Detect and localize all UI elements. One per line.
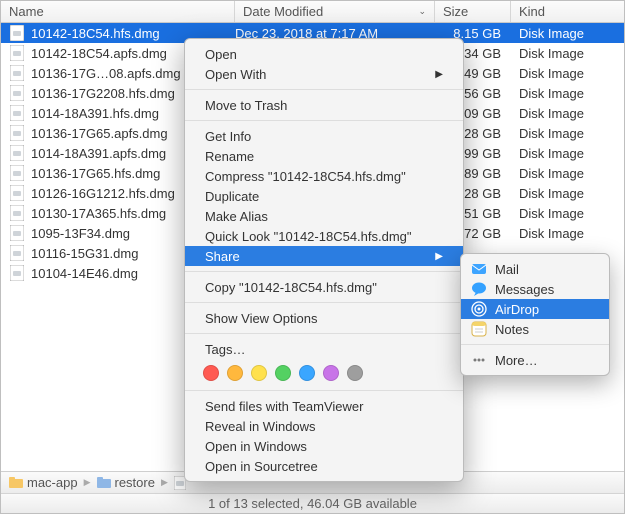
file-kind: Disk Image — [511, 126, 624, 141]
tag-color-dot[interactable] — [251, 365, 267, 381]
folder-icon — [9, 477, 23, 488]
path-segment[interactable]: restore — [97, 475, 155, 490]
file-kind: Disk Image — [511, 226, 624, 241]
menu-item-reveal-windows[interactable]: Reveal in Windows — [185, 416, 463, 436]
notes-icon — [471, 321, 487, 337]
disk-image-icon — [9, 205, 25, 221]
tag-color-dot[interactable] — [323, 365, 339, 381]
context-menu: Open Open With▶ Move to Trash Get Info R… — [184, 38, 464, 482]
file-kind: Disk Image — [511, 146, 624, 161]
menu-item-copy[interactable]: Copy "10142-18C54.hfs.dmg" — [185, 277, 463, 297]
disk-image-icon — [9, 25, 25, 41]
share-submenu: Mail Messages AirDrop Notes More… — [460, 253, 610, 376]
share-item-messages[interactable]: Messages — [461, 279, 609, 299]
share-item-airdrop[interactable]: AirDrop — [461, 299, 609, 319]
disk-image-icon — [9, 45, 25, 61]
disk-image-icon — [9, 105, 25, 121]
menu-item-compress[interactable]: Compress "10142-18C54.hfs.dmg" — [185, 166, 463, 186]
menu-item-trash[interactable]: Move to Trash — [185, 95, 463, 115]
tag-color-dot[interactable] — [275, 365, 291, 381]
column-header-name[interactable]: Name — [1, 1, 235, 22]
disk-image-icon — [9, 145, 25, 161]
disk-image-icon — [9, 265, 25, 281]
menu-item-open-sourcetree[interactable]: Open in Sourcetree — [185, 456, 463, 476]
file-kind: Disk Image — [511, 86, 624, 101]
tag-color-dot[interactable] — [299, 365, 315, 381]
status-bar: 1 of 13 selected, 46.04 GB available — [1, 493, 624, 513]
tag-color-dot[interactable] — [347, 365, 363, 381]
messages-icon — [471, 281, 487, 297]
column-header-size[interactable]: Size — [435, 1, 511, 22]
menu-item-share[interactable]: Share▶ — [185, 246, 463, 266]
menu-item-open-with[interactable]: Open With▶ — [185, 64, 463, 84]
path-segment[interactable]: mac-app — [9, 475, 78, 490]
file-kind: Disk Image — [511, 166, 624, 181]
tag-color-dot[interactable] — [203, 365, 219, 381]
menu-item-open[interactable]: Open — [185, 44, 463, 64]
sort-indicator-icon: ⌄ — [418, 6, 426, 17]
disk-image-icon — [9, 85, 25, 101]
chevron-right-icon: ▶ — [435, 69, 443, 80]
chevron-right-icon: ▶ — [84, 477, 91, 488]
disk-image-icon — [9, 65, 25, 81]
tag-color-row — [185, 359, 463, 385]
file-kind: Disk Image — [511, 46, 624, 61]
menu-item-view-options[interactable]: Show View Options — [185, 308, 463, 328]
menu-item-open-windows[interactable]: Open in Windows — [185, 436, 463, 456]
menu-item-quick-look[interactable]: Quick Look "10142-18C54.hfs.dmg" — [185, 226, 463, 246]
share-item-more[interactable]: More… — [461, 350, 609, 370]
menu-item-make-alias[interactable]: Make Alias — [185, 206, 463, 226]
chevron-right-icon: ▶ — [161, 477, 168, 488]
more-icon — [471, 352, 487, 368]
airdrop-icon — [471, 301, 487, 317]
mail-icon — [471, 261, 487, 277]
menu-item-tags[interactable]: Tags… — [185, 339, 463, 359]
disk-image-icon — [9, 165, 25, 181]
chevron-right-icon: ▶ — [435, 251, 443, 262]
file-kind: Disk Image — [511, 26, 624, 41]
menu-item-rename[interactable]: Rename — [185, 146, 463, 166]
disk-image-icon — [9, 125, 25, 141]
share-item-mail[interactable]: Mail — [461, 259, 609, 279]
disk-image-icon — [9, 245, 25, 261]
column-header-row: Name Date Modified⌄ Size Kind — [1, 1, 624, 23]
menu-item-get-info[interactable]: Get Info — [185, 126, 463, 146]
tag-color-dot[interactable] — [227, 365, 243, 381]
disk-image-icon — [9, 225, 25, 241]
file-kind: Disk Image — [511, 66, 624, 81]
share-item-notes[interactable]: Notes — [461, 319, 609, 339]
file-kind: Disk Image — [511, 186, 624, 201]
column-header-date[interactable]: Date Modified⌄ — [235, 1, 435, 22]
file-kind: Disk Image — [511, 206, 624, 221]
file-kind: Disk Image — [511, 106, 624, 121]
disk-image-icon — [9, 185, 25, 201]
folder-icon — [97, 477, 111, 488]
menu-item-teamviewer[interactable]: Send files with TeamViewer — [185, 396, 463, 416]
column-header-kind[interactable]: Kind — [511, 1, 624, 22]
menu-item-duplicate[interactable]: Duplicate — [185, 186, 463, 206]
